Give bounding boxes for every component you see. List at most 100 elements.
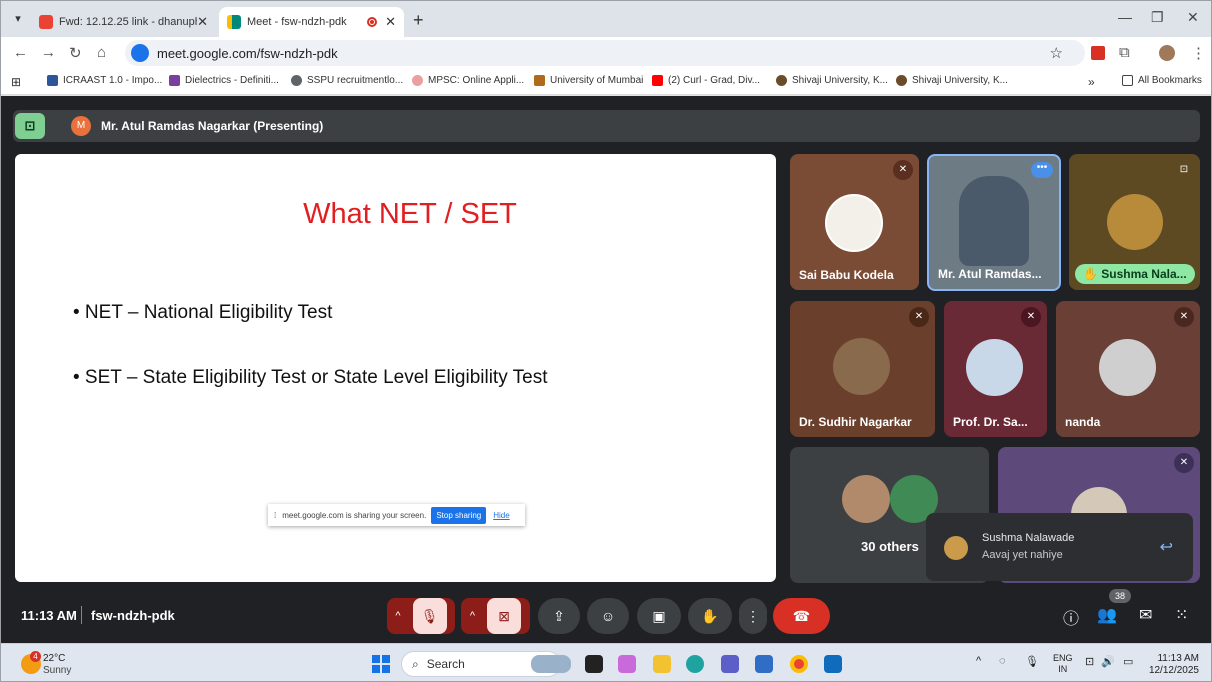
region-label: IN: [1058, 664, 1068, 674]
back-icon[interactable]: ←: [13, 44, 28, 61]
chat-message: Aavaj yet nahiye: [982, 549, 1063, 561]
system-clock[interactable]: 11:13 AM 12/12/2025: [1147, 653, 1199, 677]
system-time: 11:13 AM: [1157, 653, 1199, 664]
presenter-label: Mr. Atul Ramdas Nagarkar (Presenting): [101, 119, 324, 133]
network-icon[interactable]: ⊡: [1085, 655, 1094, 668]
participant-avatar: [1107, 194, 1163, 250]
stop-sharing-button[interactable]: Stop sharing: [431, 506, 487, 524]
mic-off-icon[interactable]: 🎙: [412, 598, 447, 634]
reply-icon[interactable]: ↩: [1160, 537, 1173, 557]
present-button[interactable]: ⇪: [538, 598, 580, 634]
language-indicator[interactable]: ENG IN: [1053, 653, 1073, 675]
store-icon[interactable]: [755, 655, 773, 673]
chevron-up-icon[interactable]: ^: [470, 610, 475, 622]
participant-name: nanda: [1065, 415, 1101, 429]
menu-dots-icon[interactable]: ⋮: [1191, 44, 1206, 62]
chat-icon[interactable]: ✉: [1139, 605, 1152, 625]
teams-icon[interactable]: [721, 655, 739, 673]
edge-icon[interactable]: [686, 655, 704, 673]
present-screen-icon[interactable]: ⊡: [15, 113, 45, 139]
copilot-icon[interactable]: [618, 655, 636, 673]
site-info-icon[interactable]: [131, 44, 149, 62]
meet-controls: 11:13 AM fsw-ndzh-pdk ^ 🎙 ^ ⊠ ⇪ ☺ ▣ ✋ ⋮ …: [1, 589, 1211, 640]
sender-name: Sushma Nalawade: [982, 532, 1075, 544]
participant-tile[interactable]: ✕ nanda: [1056, 301, 1200, 437]
reload-icon[interactable]: ↻: [69, 44, 82, 62]
search-icon: ⌕: [412, 656, 419, 671]
bookmark-item[interactable]: ICRAAST 1.0 - Impo...: [47, 75, 162, 86]
hide-notice-link[interactable]: Hide: [493, 511, 509, 520]
weather-badge: 4: [30, 651, 41, 662]
people-icon[interactable]: 👥: [1097, 605, 1117, 625]
sharing-notice: ⁞ meet.google.com is sharing your screen…: [268, 504, 525, 526]
tab-search-icon[interactable]: ▾: [9, 10, 27, 28]
participant-tile[interactable]: ✕ Prof. Dr. Sa...: [944, 301, 1047, 437]
mic-muted-icon: ✕: [1021, 307, 1041, 327]
participant-avatar: [825, 194, 883, 252]
chrome-icon[interactable]: [790, 655, 808, 673]
bookmark-item[interactable]: (2) Curl - Grad, Div...: [652, 75, 760, 86]
url-text: meet.google.com/fsw-ndzh-pdk: [157, 45, 338, 61]
bookmark-item[interactable]: Dielectrics - Definiti...: [169, 75, 279, 86]
volume-icon[interactable]: 🔊: [1101, 655, 1115, 668]
bookmark-item[interactable]: Shivaji University, K...: [896, 75, 1008, 86]
participant-tile-active[interactable]: ••• Mr. Atul Ramdas...: [927, 154, 1061, 291]
bookmark-favicon: [412, 75, 423, 86]
participant-tile[interactable]: ✕ Sai Babu Kodela: [790, 154, 919, 290]
system-date: 12/12/2025: [1148, 665, 1199, 676]
tab-gmail[interactable]: Fwd: 12.12.25 link - dhanuphys ✕: [31, 7, 216, 37]
camera-control[interactable]: ^ ⊠: [461, 598, 530, 634]
chat-notification[interactable]: Sushma Nalawade Aavaj yet nahiye ↩: [926, 513, 1193, 581]
hand-raised-badge: ✋ Sushma Nala...: [1075, 264, 1195, 284]
bookmark-item[interactable]: University of Mumbai: [534, 75, 643, 86]
raise-hand-icon[interactable]: ✋: [688, 598, 732, 634]
widgets-icon[interactable]: [531, 655, 571, 673]
camera-off-icon[interactable]: ⊠: [487, 598, 522, 634]
bookmark-star-icon[interactable]: ☆: [1050, 44, 1063, 62]
sharing-notice-text: meet.google.com is sharing your screen.: [282, 510, 427, 520]
info-icon[interactable]: ⓘ: [1063, 605, 1079, 629]
close-tab-icon[interactable]: ✕: [385, 14, 396, 30]
bookmark-item[interactable]: MPSC: Online Appli...: [412, 75, 524, 86]
lang-label: ENG: [1053, 653, 1073, 663]
presenting-bar: ⊡ M Mr. Atul Ramdas Nagarkar (Presenting…: [13, 110, 1200, 142]
tray-app-icon[interactable]: ◌: [999, 655, 1006, 667]
file-explorer-icon[interactable]: [653, 655, 671, 673]
more-options-icon[interactable]: ⋮: [739, 598, 767, 634]
restore-icon[interactable]: ❐: [1151, 9, 1164, 26]
bookmark-item[interactable]: SSPU recruitmentlo...: [291, 75, 403, 86]
bookmarks-overflow-icon[interactable]: »: [1088, 75, 1095, 89]
close-window-icon[interactable]: ✕: [1187, 9, 1199, 26]
more-options-icon[interactable]: •••: [1031, 162, 1053, 178]
microphone-icon[interactable]: 🎙: [1025, 655, 1039, 668]
chevron-up-icon[interactable]: ^: [395, 610, 400, 622]
emoji-icon[interactable]: ☺: [587, 598, 629, 634]
forward-icon[interactable]: →: [41, 44, 56, 61]
leave-call-button[interactable]: ☎: [773, 598, 830, 634]
tab-meet[interactable]: Meet - fsw-ndzh-pdk ✕: [219, 7, 404, 37]
all-bookmarks[interactable]: All Bookmarks: [1122, 75, 1202, 86]
tab-title: Meet - fsw-ndzh-pdk: [247, 16, 347, 28]
mic-muted-icon: ✕: [1174, 307, 1194, 327]
address-bar[interactable]: meet.google.com/fsw-ndzh-pdk ☆: [125, 40, 1085, 66]
bookmark-favicon: [47, 75, 58, 86]
profile-avatar[interactable]: [1159, 45, 1175, 61]
participant-tile[interactable]: ✕ Dr. Sudhir Nagarkar: [790, 301, 935, 437]
windows-start-icon[interactable]: [372, 655, 390, 673]
new-tab-icon[interactable]: +: [413, 10, 424, 31]
activities-grid-icon[interactable]: ⁙: [1175, 605, 1188, 625]
battery-icon[interactable]: ▭: [1123, 655, 1133, 668]
apps-grid-icon[interactable]: ⊞: [11, 75, 21, 89]
extension-icon[interactable]: [1091, 46, 1105, 60]
captions-icon[interactable]: ▣: [637, 598, 681, 634]
home-icon[interactable]: ⌂: [97, 44, 106, 61]
extensions-puzzle-icon[interactable]: ⧉: [1119, 44, 1130, 61]
mic-control[interactable]: ^ 🎙: [387, 598, 455, 634]
tray-overflow-icon[interactable]: ^: [976, 655, 981, 667]
minimize-icon[interactable]: —: [1118, 9, 1132, 25]
task-view-icon[interactable]: [585, 655, 603, 673]
participant-tile[interactable]: ⊡ ✋ Sushma Nala...: [1069, 154, 1200, 290]
outlook-icon[interactable]: [824, 655, 842, 673]
close-tab-icon[interactable]: ✕: [197, 14, 208, 30]
bookmark-item[interactable]: Shivaji University, K...: [776, 75, 888, 86]
